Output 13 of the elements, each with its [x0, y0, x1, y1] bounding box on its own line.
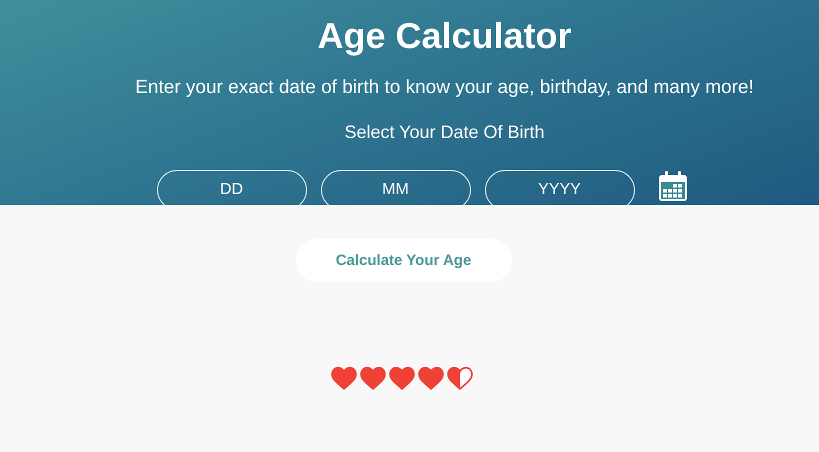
- half-heart-icon: [446, 366, 472, 390]
- heart-icon: [418, 366, 444, 390]
- calculate-button[interactable]: Calculate Your Age: [296, 239, 512, 282]
- date-field[interactable]: YYYY: [484, 170, 634, 205]
- subtitle: Enter your exact date of birth to know your age, birthday, and many more!: [135, 76, 754, 100]
- heart-icon: [330, 366, 356, 390]
- date-field[interactable]: DD: [156, 170, 306, 205]
- calendar-icon[interactable]: [656, 170, 688, 202]
- heart-icon: [388, 366, 414, 390]
- page-title: Age Calculator: [317, 14, 572, 58]
- date-field[interactable]: MM: [320, 170, 470, 205]
- heart-icon: [360, 366, 386, 390]
- date-prompt: Select Your Date Of Birth: [344, 121, 545, 144]
